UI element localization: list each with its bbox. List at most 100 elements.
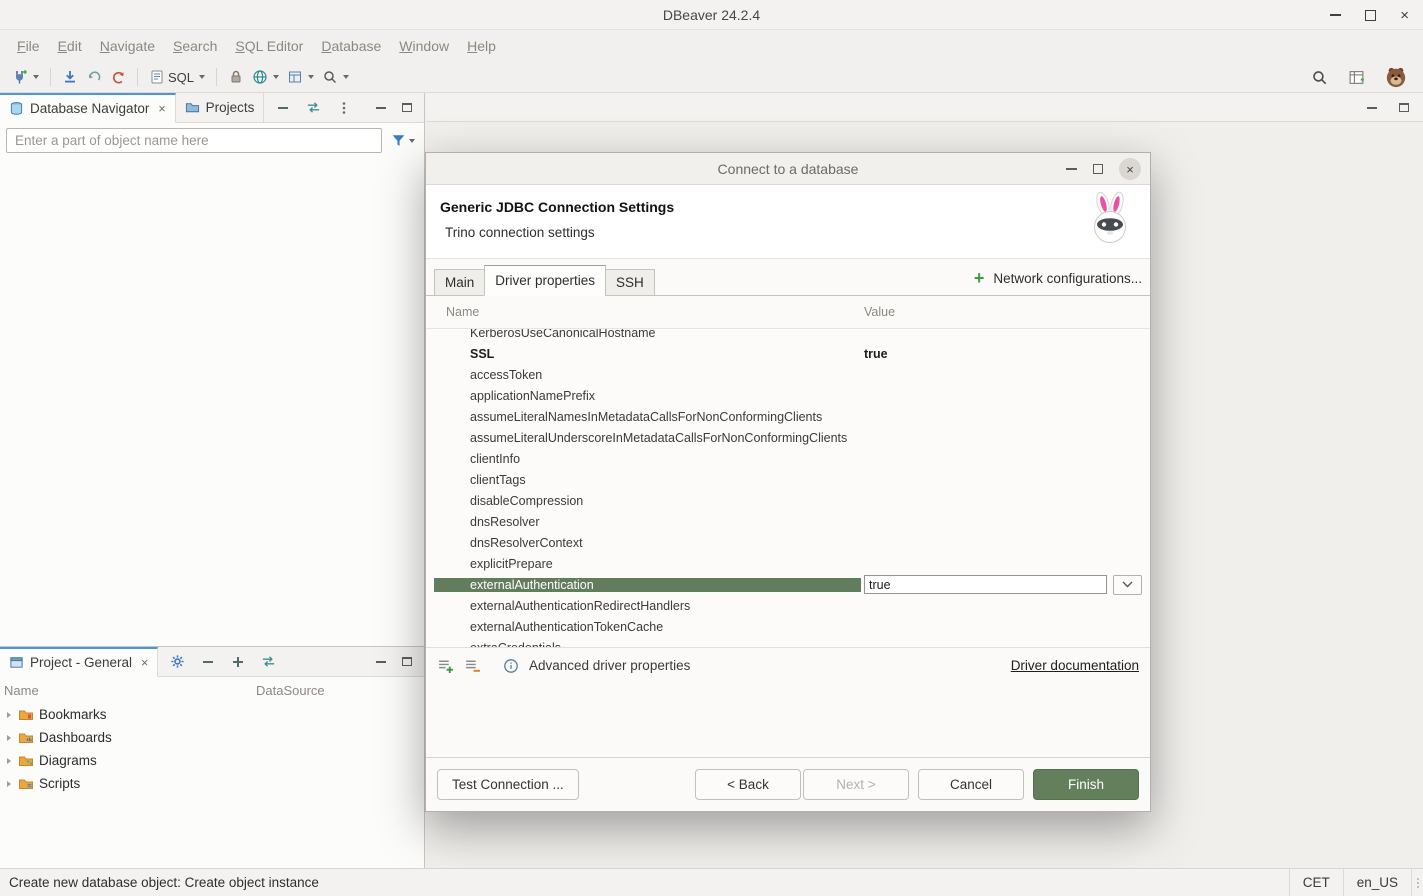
table-row[interactable]: accessToken (434, 364, 1142, 385)
tree-item-diagrams[interactable]: Diagrams (0, 749, 424, 772)
view-menu-icon[interactable] (337, 101, 351, 115)
driver-documentation-link[interactable]: Driver documentation (1011, 658, 1139, 673)
object-filter-input[interactable] (6, 128, 382, 153)
network-configurations-button[interactable]: + Network configurations... (974, 269, 1142, 287)
tab-label: Database Navigator (30, 101, 149, 116)
database-icon (9, 101, 24, 116)
finish-button[interactable]: Finish (1033, 769, 1139, 800)
table-row[interactable]: assumeLiteralUnderscoreInMetadataCallsFo… (434, 427, 1142, 448)
tab-driver-properties[interactable]: Driver properties (484, 265, 606, 296)
close-icon[interactable]: × (141, 656, 148, 670)
expand-all-icon[interactable] (231, 655, 245, 669)
tab-project-general[interactable]: Project - General × (0, 647, 158, 677)
menu-navigate[interactable]: Navigate (91, 34, 164, 58)
perspective-icon[interactable] (1348, 69, 1365, 86)
tab-database-navigator[interactable]: Database Navigator × (0, 93, 176, 123)
timezone-indicator[interactable]: CET (1289, 869, 1343, 896)
window-close-icon[interactable]: × (1400, 8, 1409, 23)
collapse-all-icon[interactable] (201, 655, 215, 669)
window-maximize-icon[interactable] (1365, 10, 1376, 21)
collapse-all-icon[interactable] (276, 101, 290, 115)
chevron-down-icon (343, 75, 349, 79)
tab-ssh[interactable]: SSH (605, 269, 655, 296)
metadata-search-button[interactable] (318, 67, 353, 87)
tab-main[interactable]: Main (434, 269, 485, 296)
table-row[interactable]: explicitPrepare (434, 553, 1142, 574)
menu-help[interactable]: Help (458, 34, 505, 58)
chevron-right-icon[interactable] (7, 781, 11, 787)
test-connection-button[interactable]: Test Connection ... (437, 769, 579, 800)
user-avatar[interactable] (1385, 66, 1407, 88)
menu-window[interactable]: Window (390, 34, 458, 58)
table-row[interactable]: clientInfo (434, 448, 1142, 469)
link-with-editor-icon[interactable] (261, 654, 276, 669)
tab-projects[interactable]: Projects (176, 93, 265, 122)
sql-editor-button[interactable]: SQL (145, 67, 209, 87)
table-row[interactable]: disableCompression (434, 490, 1142, 511)
menu-search[interactable]: Search (164, 34, 226, 58)
cancel-button[interactable]: Cancel (918, 769, 1024, 800)
commit-icon (62, 69, 78, 85)
statusbar: Create new database object: Create objec… (0, 868, 1423, 896)
close-icon[interactable]: × (158, 102, 165, 116)
schema-browser-button[interactable] (283, 67, 318, 87)
property-value-input[interactable] (864, 575, 1107, 594)
search-icon[interactable] (1311, 69, 1328, 86)
maximize-view-icon[interactable] (402, 103, 412, 112)
menu-database[interactable]: Database (312, 34, 390, 58)
rollback-button[interactable] (82, 67, 106, 87)
menu-sql-editor[interactable]: SQL Editor (226, 34, 312, 58)
table-row[interactable]: KerberosUseCanonicalHostname (434, 329, 1142, 343)
tree-item-dashboards[interactable]: Dashboards (0, 726, 424, 749)
table-row[interactable]: extraCredentials (434, 637, 1142, 647)
table-row[interactable]: dnsResolver (434, 511, 1142, 532)
commit-button[interactable] (58, 67, 82, 87)
table-row[interactable]: externalAuthenticationTokenCache (434, 616, 1142, 637)
maximize-view-icon[interactable] (402, 657, 412, 666)
chevron-right-icon[interactable] (7, 758, 11, 764)
value-dropdown-button[interactable] (1113, 575, 1142, 595)
table-row[interactable]: clientTags (434, 469, 1142, 490)
menu-file[interactable]: File (8, 34, 49, 58)
globe-icon (252, 69, 268, 85)
column-header-datasource[interactable]: DataSource (256, 683, 424, 698)
navigator-tree-area[interactable] (0, 157, 424, 646)
locale-indicator[interactable]: en_US (1343, 869, 1411, 896)
dialog-maximize-icon[interactable] (1093, 164, 1103, 174)
remove-property-icon[interactable] (464, 657, 481, 674)
dialog-minimize-icon[interactable] (1066, 168, 1077, 170)
network-button[interactable] (248, 67, 283, 87)
window-minimize-icon[interactable] (1330, 14, 1341, 16)
tree-item-scripts[interactable]: Scripts (0, 772, 424, 795)
column-header-name[interactable]: Name (0, 683, 256, 698)
dialog-close-icon[interactable]: × (1119, 158, 1141, 180)
table-row[interactable]: applicationNamePrefix (434, 385, 1142, 406)
minimize-view-icon[interactable] (1367, 107, 1377, 109)
maximize-view-icon[interactable] (1399, 103, 1409, 112)
table-row[interactable]: externalAuthenticationRedirectHandlers (434, 595, 1142, 616)
filter-button[interactable] (387, 130, 418, 151)
auto-commit-button[interactable] (224, 67, 248, 87)
table-row[interactable]: SSLtrue (434, 343, 1142, 364)
column-header-name[interactable]: Name (434, 305, 861, 319)
dialog-header: Generic JDBC Connection Settings Trino c… (426, 185, 1150, 259)
transaction-mode-button[interactable] (106, 67, 130, 87)
chevron-right-icon[interactable] (7, 712, 11, 718)
add-property-icon[interactable] (437, 657, 454, 674)
link-with-editor-icon[interactable] (306, 100, 321, 115)
chevron-right-icon[interactable] (7, 735, 11, 741)
column-header-value[interactable]: Value (861, 305, 1142, 319)
dialog-titlebar[interactable]: Connect to a database × (426, 153, 1150, 185)
new-connection-button[interactable] (8, 67, 43, 87)
property-name: SSL (434, 347, 861, 361)
tree-item-bookmarks[interactable]: Bookmarks (0, 703, 424, 726)
minimize-view-icon[interactable] (376, 107, 386, 109)
back-button[interactable]: < Back (695, 769, 801, 800)
minimize-view-icon[interactable] (376, 661, 386, 663)
property-name: clientTags (434, 473, 861, 487)
settings-gear-icon[interactable] (170, 654, 185, 669)
table-row[interactable]: dnsResolverContext (434, 532, 1142, 553)
table-row[interactable]: assumeLiteralNamesInMetadataCallsForNonC… (434, 406, 1142, 427)
table-row-selected[interactable]: externalAuthentication (434, 574, 1142, 595)
menu-edit[interactable]: Edit (49, 34, 91, 58)
